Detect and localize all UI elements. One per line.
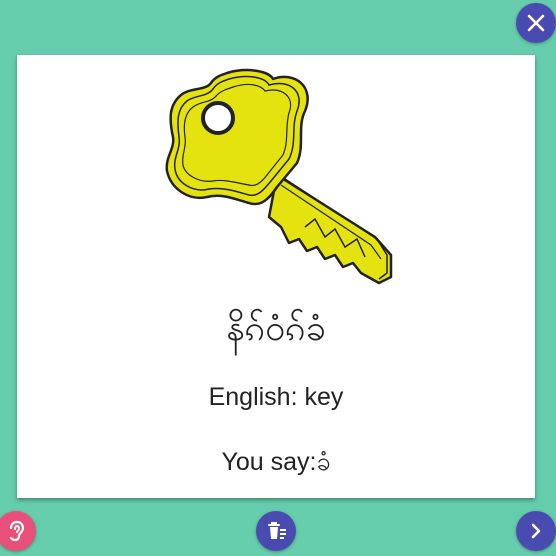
close-icon [527,14,545,32]
next-button[interactable] [516,511,556,551]
listen-button[interactable] [0,511,36,551]
flashcard: နိၵ်ဝံၵ်ခံ English: key You say:ခံ [17,55,535,498]
ear-icon [9,520,25,542]
native-word: နိၵ်ဝံၵ်ခံ [226,308,326,349]
delete-button[interactable] [256,511,296,551]
key-image [165,68,393,285]
pronunciation-line: You say:ခံ [221,448,331,476]
chevron-right-icon [531,523,541,539]
flashcard-screen: နိၵ်ဝံၵ်ခံ English: key You say:ခံ [0,0,556,556]
close-button[interactable] [516,3,556,43]
delete-list-icon [268,522,286,539]
english-translation: English: key [208,383,344,411]
